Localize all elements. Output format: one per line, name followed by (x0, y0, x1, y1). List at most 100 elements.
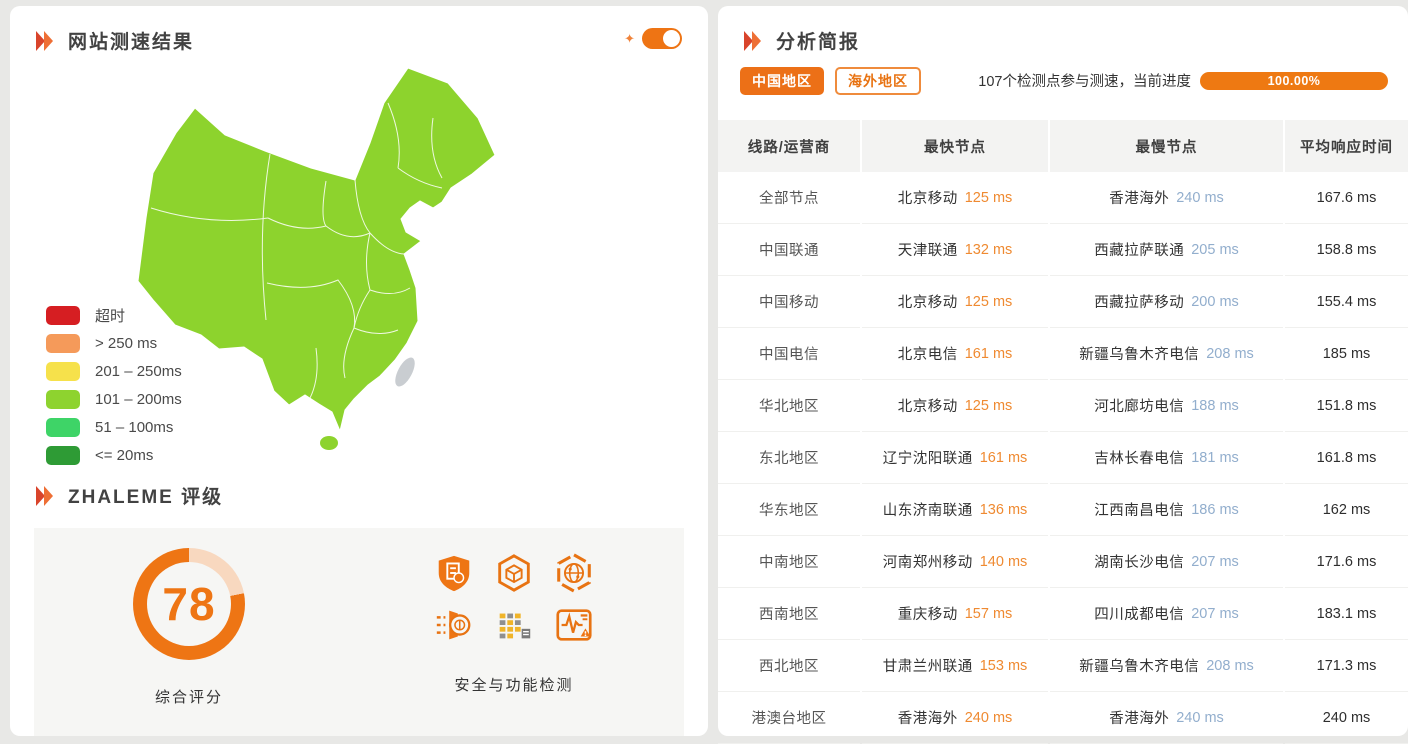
hainan-island (320, 436, 338, 450)
speed-test-header: 网站测速结果 (36, 27, 194, 54)
slow-node-name: 吉林长春电信 (1094, 447, 1184, 468)
progress-value: 100.00% (1268, 74, 1321, 88)
slow-node-cell: 江西南昌电信 186 ms (1050, 484, 1283, 536)
security-icon-grid (431, 550, 597, 648)
col-header-average: 平均响应时间 (1285, 120, 1408, 172)
avg-cell: 158.8 ms (1285, 224, 1408, 276)
progress-bar: 100.00% (1200, 72, 1388, 90)
avg-cell: 162 ms (1285, 484, 1408, 536)
report-table-header: 线路/运营商 最快节点 最慢节点 平均响应时间 (718, 120, 1408, 172)
line-cell: 西北地区 (718, 640, 860, 692)
fast-node-cell: 重庆移动 157 ms (862, 588, 1048, 640)
slow-node-ms: 200 ms (1191, 294, 1239, 310)
map-toggle-switch[interactable] (642, 28, 682, 49)
slow-node-ms: 205 ms (1191, 242, 1239, 258)
slow-node-ms: 208 ms (1206, 346, 1254, 362)
fast-node-ms: 161 ms (965, 346, 1013, 362)
analysis-header: 分析简报 (744, 27, 860, 54)
legend-swatch (46, 418, 80, 437)
progress-text: 107个检测点参与测速，当前进度 (978, 70, 1191, 91)
slow-node-cell: 新疆乌鲁木齐电信 208 ms (1050, 640, 1283, 692)
security-icons-label: 安全与功能检测 (454, 674, 573, 695)
fast-node-cell: 北京移动 125 ms (862, 172, 1048, 224)
fast-node-name: 河南郑州移动 (883, 551, 973, 572)
col-header-slowest: 最慢节点 (1050, 120, 1283, 172)
analysis-panel: 分析简报 中国地区 海外地区 107个检测点参与测速，当前进度 100.00% … (718, 6, 1408, 736)
fast-node-ms: 125 ms (965, 398, 1013, 414)
score-value: 78 (133, 548, 245, 660)
table-row: 西南地区 重庆移动 157 ms 四川成都电信 207 ms 183.1 ms (718, 588, 1408, 640)
legend-item: 201 – 250ms (46, 361, 182, 381)
table-row: 西北地区 甘肃兰州联通 153 ms 新疆乌鲁木齐电信 208 ms 171.3… (718, 640, 1408, 692)
slow-node-name: 湖南长沙电信 (1094, 551, 1184, 572)
slow-node-cell: 吉林长春电信 181 ms (1050, 432, 1283, 484)
line-cell: 东北地区 (718, 432, 860, 484)
slow-node-cell: 河北廊坊电信 188 ms (1050, 380, 1283, 432)
fast-node-name: 北京移动 (898, 187, 958, 208)
slow-node-cell: 香港海外 240 ms (1050, 172, 1283, 224)
line-cell: 中国电信 (718, 328, 860, 380)
fast-node-ms: 125 ms (965, 190, 1013, 206)
rating-title: ZHALEME 评级 (68, 482, 223, 509)
score-column: 78 综合评分 (34, 528, 344, 736)
legend-label: > 250 ms (95, 335, 157, 352)
data-grid-icon (491, 602, 537, 648)
legend-label: 101 – 200ms (95, 391, 182, 408)
hexagon-globe-icon (551, 550, 597, 596)
tab-overseas-region[interactable]: 海外地区 (835, 67, 921, 95)
slow-node-cell: 香港海外 240 ms (1050, 692, 1283, 744)
slow-node-ms: 208 ms (1206, 658, 1254, 674)
monitor-alert-icon (551, 602, 597, 648)
slow-node-ms: 240 ms (1176, 190, 1224, 206)
line-cell: 中国移动 (718, 276, 860, 328)
slow-node-ms: 181 ms (1191, 450, 1239, 466)
table-row: 华北地区 北京移动 125 ms 河北廊坊电信 188 ms 151.8 ms (718, 380, 1408, 432)
avg-cell: 151.8 ms (1285, 380, 1408, 432)
legend-item: > 250 ms (46, 333, 182, 353)
table-row: 中国电信 北京电信 161 ms 新疆乌鲁木齐电信 208 ms 185 ms (718, 328, 1408, 380)
fast-node-ms: 153 ms (980, 658, 1028, 674)
analysis-title: 分析简报 (776, 27, 860, 54)
slow-node-name: 河北廊坊电信 (1094, 395, 1184, 416)
double-chevron-icon (744, 31, 763, 51)
fast-node-name: 天津联通 (898, 239, 958, 260)
avg-cell: 171.3 ms (1285, 640, 1408, 692)
sparkle-icon: ✦ (624, 32, 635, 45)
table-row: 全部节点 北京移动 125 ms 香港海外 240 ms 167.6 ms (718, 172, 1408, 224)
slow-node-name: 西藏拉萨移动 (1094, 291, 1184, 312)
fast-node-cell: 山东济南联通 136 ms (862, 484, 1048, 536)
legend-swatch (46, 446, 80, 465)
slow-node-name: 香港海外 (1109, 707, 1169, 728)
tab-china-region[interactable]: 中国地区 (740, 67, 824, 95)
rating-header: ZHALEME 评级 (36, 482, 223, 509)
fast-node-ms: 125 ms (965, 294, 1013, 310)
speed-audit-icon (431, 602, 477, 648)
legend-swatch (46, 362, 80, 381)
table-row: 中国联通 天津联通 132 ms 西藏拉萨联通 205 ms 158.8 ms (718, 224, 1408, 276)
region-tabs: 中国地区 海外地区 (740, 67, 921, 95)
avg-cell: 183.1 ms (1285, 588, 1408, 640)
slow-node-cell: 四川成都电信 207 ms (1050, 588, 1283, 640)
legend-item: 51 – 100ms (46, 417, 182, 437)
table-row: 东北地区 辽宁沈阳联通 161 ms 吉林长春电信 181 ms 161.8 m… (718, 432, 1408, 484)
slow-node-name: 香港海外 (1109, 187, 1169, 208)
legend-label: <= 20ms (95, 447, 153, 464)
slow-node-ms: 207 ms (1191, 606, 1239, 622)
fast-node-name: 山东济南联通 (883, 499, 973, 520)
legend-swatch (46, 334, 80, 353)
slow-node-name: 新疆乌鲁木齐电信 (1079, 655, 1199, 676)
fast-node-ms: 136 ms (980, 502, 1028, 518)
fast-node-cell: 香港海外 240 ms (862, 692, 1048, 744)
security-icons-column: 安全与功能检测 (344, 528, 684, 736)
map-toggle-wrap: ✦ (624, 28, 682, 49)
rating-card: 78 综合评分 (34, 528, 684, 736)
table-row: 中南地区 河南郑州移动 140 ms 湖南长沙电信 207 ms 171.6 m… (718, 536, 1408, 588)
avg-cell: 161.8 ms (1285, 432, 1408, 484)
fast-node-cell: 天津联通 132 ms (862, 224, 1048, 276)
report-table: 线路/运营商 最快节点 最慢节点 平均响应时间 全部节点 北京移动 125 ms… (718, 120, 1408, 744)
shield-document-icon (431, 550, 477, 596)
fast-node-name: 甘肃兰州联通 (883, 655, 973, 676)
fast-node-name: 辽宁沈阳联通 (883, 447, 973, 468)
fast-node-name: 北京电信 (898, 343, 958, 364)
line-cell: 中国联通 (718, 224, 860, 276)
